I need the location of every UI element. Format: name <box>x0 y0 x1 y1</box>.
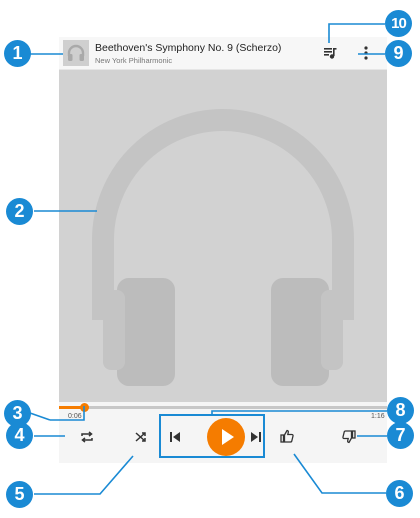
callout-4: 4 <box>6 422 33 449</box>
callout-5: 5 <box>6 481 33 508</box>
callout-1: 1 <box>4 40 31 67</box>
now-playing-header[interactable]: Beethoven's Symphony No. 9 (Scherzo) New… <box>59 37 387 70</box>
overflow-menu-button[interactable] <box>360 44 372 62</box>
callout-7: 7 <box>387 422 414 449</box>
repeat-button[interactable] <box>79 429 95 445</box>
album-thumbnail[interactable] <box>63 40 89 66</box>
thumbs-up-button[interactable] <box>279 428 295 444</box>
seek-bar-handle[interactable] <box>80 403 90 412</box>
repeat-icon <box>81 431 93 443</box>
callout-8: 8 <box>387 397 414 424</box>
callout-9: 9 <box>385 40 412 67</box>
elapsed-time: 0:06 <box>68 413 82 420</box>
callout-2: 2 <box>6 198 33 225</box>
headphones-icon <box>92 109 354 386</box>
album-art <box>59 70 387 402</box>
thumbs-down-button[interactable] <box>341 429 357 445</box>
headphones-icon <box>67 44 85 61</box>
thumbs-up-icon <box>280 429 294 443</box>
song-title: Beethoven's Symphony No. 9 (Scherzo) <box>95 42 282 54</box>
music-player: Beethoven's Symphony No. 9 (Scherzo) New… <box>59 37 387 463</box>
more-vert-icon <box>364 46 368 60</box>
shuffle-button[interactable] <box>133 429 149 445</box>
seek-bar[interactable] <box>59 403 387 412</box>
callout-10: 10 <box>385 10 412 37</box>
song-artist: New York Philharmonic <box>95 56 173 65</box>
total-duration: 1:16 <box>371 413 385 420</box>
transport-controls-highlight <box>159 414 265 458</box>
thumbs-down-icon <box>342 430 356 444</box>
queue-music-icon <box>324 48 337 59</box>
shuffle-icon <box>135 432 146 442</box>
callout-6: 6 <box>386 480 413 507</box>
queue-button[interactable] <box>322 45 338 61</box>
